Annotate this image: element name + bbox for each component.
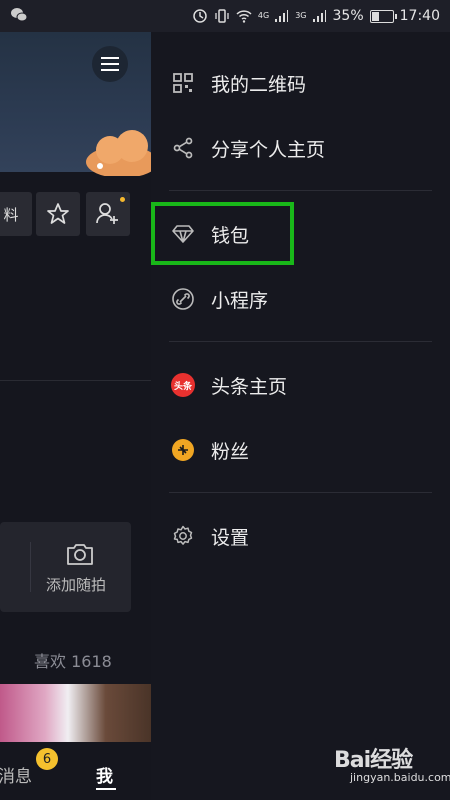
menu-item-toutiao-homepage[interactable]: 头条 头条主页 <box>151 358 450 412</box>
messages-badge: 6 <box>36 748 58 770</box>
star-icon <box>47 203 69 224</box>
side-drawer: 我的二维码 分享个人主页 钱包 小程序 头条 头条主页 粉丝 设置 Bai经验 … <box>151 32 450 800</box>
tab-active-indicator <box>96 788 116 790</box>
profile-page-background: 料 添加随拍 喜欢 1618 消息 6 我 <box>0 32 151 800</box>
alarm-icon <box>193 9 207 23</box>
link-icon <box>171 287 195 311</box>
battery-percent: 35% <box>332 8 364 24</box>
watermark-brand: Bai经验 <box>334 748 413 773</box>
add-friend-button[interactable] <box>86 192 130 236</box>
watermark-url: jingyan.baidu.com <box>350 771 450 784</box>
menu-item-label: 粉丝 <box>211 440 250 463</box>
cloud-decoration-icon <box>86 130 151 176</box>
notification-dot <box>120 197 125 202</box>
edit-profile-label: 料 <box>3 205 19 224</box>
menu-item-share-profile[interactable]: 分享个人主页 <box>151 121 450 175</box>
add-moment-card[interactable]: 添加随拍 <box>0 522 131 612</box>
menu-item-qr-code[interactable]: 我的二维码 <box>151 56 450 110</box>
video-thumbnail[interactable] <box>0 684 151 744</box>
network-type-4g: 4G <box>257 11 270 20</box>
menu-divider <box>169 190 432 191</box>
wifi-icon <box>236 10 252 23</box>
baidu-jingyan-watermark: Bai经验 jingyan.baidu.com <box>330 740 450 790</box>
card-separator <box>30 542 31 592</box>
menu-divider <box>169 341 432 342</box>
fans-icon <box>171 438 195 462</box>
signal-icon <box>275 10 289 22</box>
vibrate-icon <box>215 9 229 23</box>
toutiao-icon: 头条 <box>171 373 195 397</box>
share-icon <box>171 136 195 160</box>
divider <box>0 380 151 381</box>
menu-item-label: 分享个人主页 <box>211 138 326 161</box>
clock: 17:40 <box>399 8 440 24</box>
menu-item-fans[interactable]: 粉丝 <box>151 423 450 477</box>
toutiao-logo: 头条 <box>171 373 195 397</box>
signal-icon-2 <box>312 10 326 22</box>
favorites-button[interactable] <box>36 192 80 236</box>
menu-item-mini-programs[interactable]: 小程序 <box>151 272 450 326</box>
bottom-tab-bar: 消息 6 我 <box>0 742 151 800</box>
edit-profile-button[interactable]: 料 <box>0 192 32 236</box>
battery-fill <box>371 11 380 21</box>
add-moment-label: 添加随拍 <box>46 576 107 594</box>
tab-messages[interactable]: 消息 <box>0 762 32 787</box>
tab-me[interactable]: 我 <box>96 762 113 787</box>
menu-divider <box>169 492 432 493</box>
menu-item-settings[interactable]: 设置 <box>151 509 450 563</box>
camera-icon <box>67 544 93 565</box>
menu-button[interactable] <box>92 46 128 82</box>
status-bar: 4G 3G 35% 17:40 <box>0 0 450 32</box>
qr-code-icon <box>171 71 195 95</box>
menu-item-label: 设置 <box>211 526 250 549</box>
wallet-highlight-box <box>151 202 294 265</box>
menu-item-label: 头条主页 <box>211 375 288 398</box>
battery-icon <box>369 9 397 23</box>
menu-item-label: 我的二维码 <box>211 73 307 96</box>
add-user-icon <box>96 203 118 224</box>
likes-count: 喜欢 1618 <box>34 652 112 671</box>
gear-icon <box>171 524 195 548</box>
network-type-3g: 3G <box>295 11 307 20</box>
wechat-icon <box>11 8 28 22</box>
hamburger-icon <box>101 57 119 71</box>
menu-item-label: 小程序 <box>211 289 269 312</box>
